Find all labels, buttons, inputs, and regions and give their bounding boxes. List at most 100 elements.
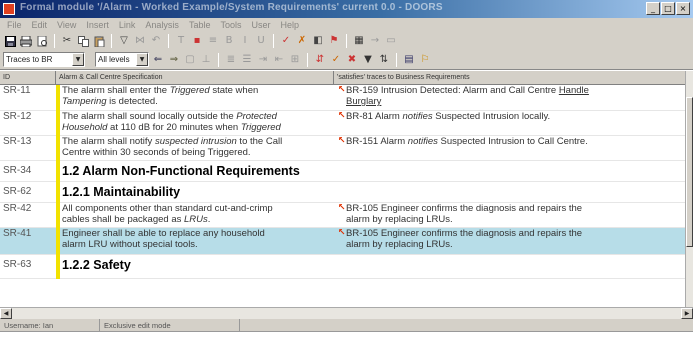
outdent-icon[interactable]: ⇤ [272,53,286,67]
change-bar [56,228,60,255]
horizontal-scrollbar[interactable]: ◀ ▶ [0,307,693,319]
link-marker-icon[interactable]: ↖ [338,85,346,95]
table-icon[interactable]: ⊞ [288,53,302,67]
analysis-icon[interactable]: ⚑ [327,34,341,48]
link-marker-icon[interactable]: ↖ [338,136,346,146]
column-header-spec[interactable]: Alarm & Call Centre Specification [56,71,334,84]
link-start-icon[interactable]: ✓ [279,34,293,48]
table-row[interactable]: SR-62 1.2.1 Maintainability [0,182,685,203]
insert-object-icon[interactable]: ▢ [183,53,197,67]
main-toolbar: ✂ ▽ ⋈ ↶ T ▪ ≡ B I U ✓ ✗ ◧ ⚑ ▦ → ▭ [0,32,693,50]
link-end-icon[interactable]: ✗ [295,34,309,48]
table-row[interactable]: SR-13 The alarm shall notify suspected i… [0,136,685,161]
scroll-left-icon[interactable]: ◀ [0,308,12,319]
minimize-button[interactable]: _ [646,2,660,15]
cut-icon[interactable]: ✂ [60,34,74,48]
flag-icon[interactable]: ⚐ [418,53,432,67]
save-icon[interactable] [3,34,17,48]
print-icon[interactable] [19,34,33,48]
toolbar-separator [168,34,169,48]
check-icon[interactable]: ✓ [329,53,343,67]
align-icon[interactable]: ≣ [224,53,238,67]
menu-bar: File Edit View Insert Link Analysis Tabl… [0,18,693,32]
menu-view[interactable]: View [52,18,81,32]
link-marker-icon[interactable]: ↖ [338,203,346,213]
level-combo[interactable]: All levels ▼ [95,52,149,67]
format-icon[interactable]: ≡ [206,34,220,48]
sort-icon[interactable]: ⇅ [377,53,391,67]
row-id: SR-42 [3,203,32,214]
row-id: SR-12 [3,111,32,122]
table-row[interactable]: SR-11 The alarm shall enter the Triggere… [0,85,685,111]
paste-icon[interactable] [92,34,106,48]
row-id: SR-11 [3,85,31,96]
menu-user[interactable]: User [246,18,275,32]
table-row[interactable]: SR-12 The alarm shall sound locally outs… [0,111,685,136]
menu-insert[interactable]: Insert [81,18,114,32]
section-heading: 1.2.2 Safety [62,258,131,272]
view-icon[interactable]: ▭ [384,34,398,48]
indent-icon[interactable]: ⇥ [256,53,270,67]
toolbar-separator [307,52,308,67]
show-links-icon[interactable]: ⇵ [313,53,327,67]
change-bar [56,136,60,161]
menu-analysis[interactable]: Analysis [140,18,184,32]
menu-file[interactable]: File [2,18,27,32]
menu-edit[interactable]: Edit [27,18,53,32]
menu-help[interactable]: Help [275,18,304,32]
delete-icon[interactable]: ✖ [345,53,359,67]
insert-below-icon[interactable]: ⊥ [199,53,213,67]
row-trace: ↖ BR-105 Engineer confirms the diagnosis … [338,228,583,250]
column-header-br[interactable]: 'satisfies' traces to Business Requireme… [334,71,685,84]
italic-icon[interactable]: I [238,34,252,48]
menu-tools[interactable]: Tools [215,18,246,32]
demote-icon[interactable]: ⇒ [167,53,181,67]
row-trace: ↖ BR-151 Alarm notifies Suspected Intrusi… [338,136,588,147]
maximize-button[interactable]: □ [661,2,675,15]
status-empty [240,319,693,332]
link-icon[interactable]: ⋈ [133,34,147,48]
funnel-icon[interactable]: ▼ [361,53,375,67]
table-row[interactable]: SR-42 All components other than standard… [0,203,685,228]
table-row[interactable]: SR-63 1.2.2 Safety [0,255,685,279]
chevron-down-icon[interactable]: ▼ [136,53,148,66]
change-bar [56,85,60,111]
column-header-id[interactable]: ID [0,71,56,84]
link-marker-icon[interactable]: ↖ [338,111,346,121]
promote-icon[interactable]: ⇐ [151,53,165,67]
link-marker-icon[interactable]: ↖ [338,228,346,238]
table-row[interactable]: SR-34 1.2 Alarm Non-Functional Requireme… [0,161,685,182]
module-icon[interactable]: ◧ [311,34,325,48]
chevron-down-icon[interactable]: ▼ [72,53,84,66]
arrow-right-icon[interactable]: → [368,34,382,48]
row-trace: ↖ BR-105 Engineer confirms the diagnosis … [338,203,583,225]
underline-icon[interactable]: U [254,34,268,48]
menu-table[interactable]: Table [184,18,216,32]
row-id: SR-63 [3,259,32,270]
edit-icon[interactable]: ▪ [190,34,204,48]
bold-icon[interactable]: B [222,34,236,48]
scrollbar-thumb[interactable] [686,97,693,247]
filter-icon[interactable]: ▽ [117,34,131,48]
change-bar [56,203,60,228]
row-id: SR-62 [3,186,32,197]
toolbar-separator [346,34,347,48]
scroll-right-icon[interactable]: ▶ [681,308,693,319]
status-mode: Exclusive edit mode [100,318,240,332]
menu-link[interactable]: Link [114,18,141,32]
requirements-grid: SR-11 The alarm shall enter the Triggere… [0,85,685,307]
toolbar-separator [54,34,55,48]
row-spec: The alarm shall enter the Triggered stat… [62,85,259,107]
table-row-selected[interactable]: SR-41 Engineer shall be able to replace … [0,228,685,255]
text-icon[interactable]: T [174,34,188,48]
window-icon[interactable]: ▦ [352,34,366,48]
view-combo[interactable]: Traces to BR ▼ [3,52,85,67]
undo-icon[interactable]: ↶ [149,34,163,48]
vertical-scrollbar[interactable] [685,71,693,307]
preview-icon[interactable] [35,34,49,48]
copy-icon[interactable] [76,34,90,48]
spreadsheet-icon[interactable]: ▤ [402,53,416,67]
section-heading: 1.2 Alarm Non-Functional Requirements [62,164,300,178]
close-button[interactable]: × [676,2,690,15]
list-icon[interactable]: ☰ [240,53,254,67]
